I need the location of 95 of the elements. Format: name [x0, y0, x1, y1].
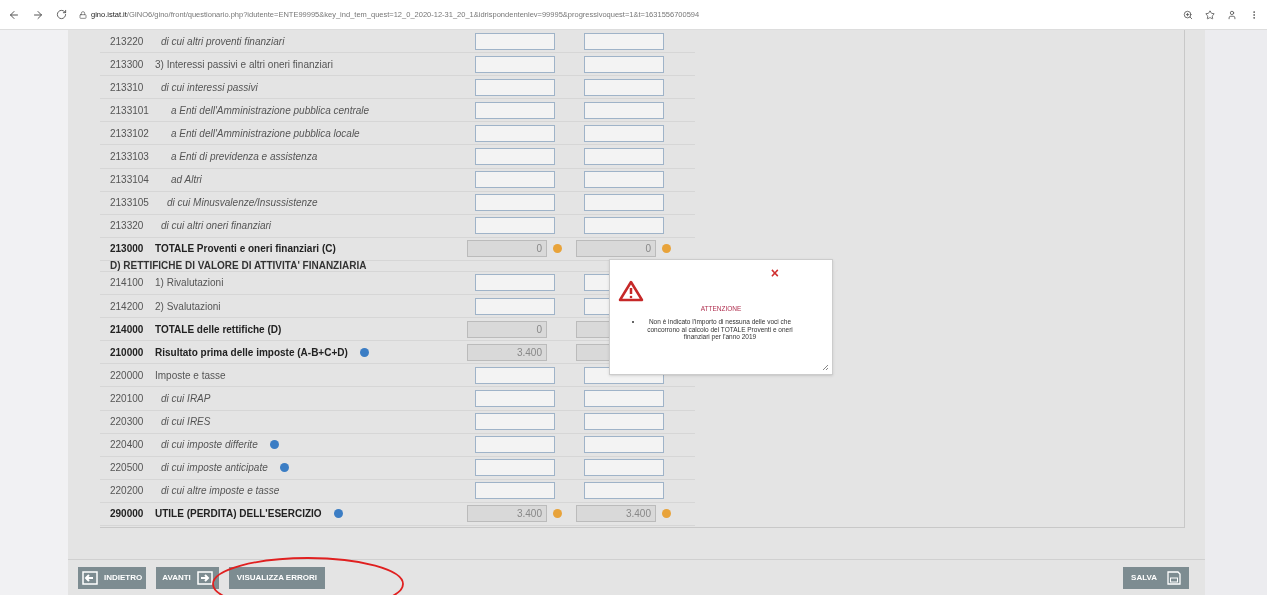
- row-code: 214100: [109, 276, 145, 291]
- forward-icon[interactable]: [32, 8, 44, 21]
- enter-arrow-icon: [196, 570, 213, 585]
- row-label: 1) Rivalutazioni: [155, 276, 224, 291]
- back-icon[interactable]: [8, 8, 20, 21]
- row-label: a Enti dell'Amministrazione pubblica centrale: [171, 103, 370, 118]
- lock-icon: [79, 10, 87, 19]
- back-button[interactable]: INDIETRO: [78, 566, 147, 589]
- row-code: 213320: [109, 219, 145, 234]
- input-field[interactable]: [584, 436, 664, 454]
- row-code: 2133105: [109, 196, 150, 211]
- input-field[interactable]: [475, 297, 555, 315]
- close-button[interactable]: ×: [770, 266, 779, 280]
- row-code: 220100: [109, 391, 145, 406]
- row-code: 213220: [109, 34, 145, 49]
- row-label: 3) Interessi passivi e altri oneri finanziari: [155, 57, 333, 72]
- input-field[interactable]: [475, 436, 555, 454]
- input-field[interactable]: [475, 274, 555, 292]
- show-errors-button[interactable]: VISUALIZZA ERRORI: [228, 566, 325, 589]
- row-label: a Enti di previdenza e assistenza: [171, 150, 318, 164]
- bookmark-star-icon[interactable]: [1205, 9, 1215, 20]
- input-field[interactable]: 0: [467, 320, 547, 338]
- row-label: di cui IRES: [161, 415, 211, 430]
- input-field[interactable]: 3.400: [467, 505, 547, 523]
- input-field[interactable]: [475, 78, 555, 96]
- row-code: 210000: [109, 345, 145, 360]
- input-field[interactable]: [475, 101, 555, 119]
- input-field[interactable]: [584, 148, 664, 165]
- input-field[interactable]: [475, 55, 555, 73]
- row-code: 220500: [109, 461, 145, 476]
- input-field[interactable]: [475, 32, 555, 50]
- row-label: di cui altri proventi finanziari: [161, 34, 285, 49]
- input-field[interactable]: [475, 194, 555, 212]
- input-field[interactable]: [584, 217, 664, 235]
- input-field[interactable]: [475, 413, 555, 431]
- save-button[interactable]: SALVA: [1123, 566, 1189, 589]
- row-label: di cui altri oneri finanziari: [161, 219, 272, 234]
- input-field[interactable]: 0: [576, 240, 656, 258]
- input-field[interactable]: [584, 459, 664, 477]
- warning-icon: [618, 280, 644, 302]
- input-field[interactable]: [475, 366, 555, 384]
- input-field[interactable]: 0: [467, 240, 547, 258]
- row-label: TOTALE delle rettifiche (D): [155, 322, 282, 337]
- row-label: di cui IRAP: [161, 391, 211, 406]
- input-field[interactable]: [584, 101, 664, 119]
- input-field[interactable]: [584, 124, 664, 142]
- zoom-icon[interactable]: [1183, 9, 1193, 20]
- row-label: ad Altri: [171, 173, 202, 188]
- row-code: 213000: [109, 242, 145, 257]
- input-field[interactable]: 3.400: [576, 505, 656, 523]
- input-field[interactable]: [475, 389, 555, 407]
- input-field[interactable]: [584, 171, 664, 189]
- input-field[interactable]: [475, 459, 555, 477]
- input-field[interactable]: [475, 148, 555, 165]
- row-code: 2133103: [109, 150, 150, 164]
- row-code: 213300: [109, 57, 145, 72]
- row-label: TOTALE Proventi e oneri finanziari (C): [155, 242, 336, 257]
- row-label: di cui imposte anticipate: [161, 461, 268, 476]
- row-code: 220300: [109, 415, 145, 430]
- row-code: 213310: [109, 80, 145, 95]
- row-code: 214000: [109, 322, 145, 337]
- input-field[interactable]: [584, 55, 664, 73]
- row-label: 2) Svalutazioni: [155, 299, 221, 314]
- row-code: 220000: [109, 368, 145, 383]
- next-button[interactable]: AVANTI: [156, 566, 219, 589]
- input-field[interactable]: [584, 78, 664, 96]
- row-code: 2133104: [109, 173, 150, 188]
- input-field[interactable]: [475, 171, 555, 189]
- row-code: 2133101: [109, 103, 150, 118]
- row-label: di cui imposte differite: [161, 438, 258, 453]
- input-field[interactable]: [584, 482, 664, 500]
- row-label: Risultato prima delle imposte (A-B+C+D): [155, 345, 348, 360]
- row-label: UTILE (PERDITA) DELL'ESERCIZIO: [155, 507, 322, 522]
- input-field[interactable]: [584, 194, 664, 212]
- input-field[interactable]: [584, 389, 664, 407]
- row-code: 290000: [109, 507, 145, 522]
- profile-icon[interactable]: [1227, 9, 1237, 20]
- row-code: 2133102: [109, 126, 150, 141]
- row-label: Imposte e tasse: [155, 368, 226, 383]
- row-label: a Enti dell'Amministrazione pubblica locale: [171, 126, 360, 141]
- row-label: di cui altre imposte e tasse: [161, 484, 280, 499]
- row-code: 220200: [109, 484, 145, 499]
- row-code: 220400: [109, 438, 145, 453]
- reload-icon[interactable]: [56, 9, 67, 20]
- input-field[interactable]: [584, 32, 664, 50]
- input-field[interactable]: [475, 217, 555, 235]
- input-field[interactable]: [584, 413, 664, 431]
- row-label: di cui interessi passivi: [161, 80, 258, 95]
- input-field[interactable]: [475, 482, 555, 500]
- input-field[interactable]: [475, 124, 555, 142]
- resize-grip-icon[interactable]: [822, 364, 829, 371]
- input-field[interactable]: 3.400: [467, 343, 547, 361]
- row-code: 214200: [109, 299, 145, 314]
- section-heading: D) RETTIFICHE DI VALORE DI ATTIVITA' FINANZIARIA: [110, 260, 367, 271]
- row-label: di cui Minusvalenze/Insussistenze: [167, 196, 318, 211]
